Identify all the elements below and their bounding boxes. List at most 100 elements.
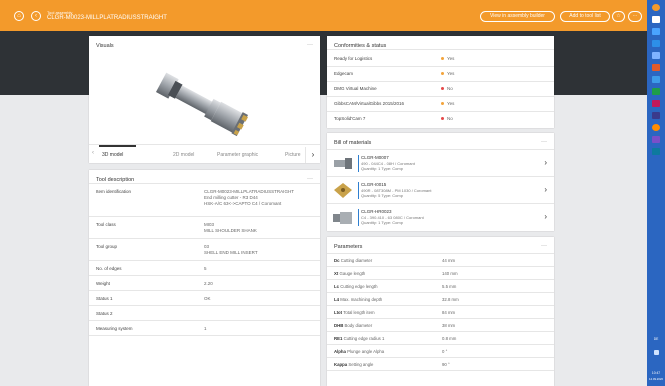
taskview-icon[interactable]	[652, 40, 660, 47]
app-icon-4[interactable]	[652, 148, 660, 155]
parameter-value: 0 °	[442, 349, 448, 354]
tab-parameter-graphic[interactable]: Parameter graphic	[217, 152, 258, 158]
bom-quantity: Quantity: 5 Type: Comp	[361, 193, 403, 198]
bom-item[interactable]: CLGR-I0015 490R - 08T308M - PM 1030 / Co…	[327, 177, 554, 204]
parameter-row: Lc Cutting edge length 5.5 mm	[327, 280, 554, 293]
parameter-symbol: L4	[334, 297, 340, 302]
home-button[interactable]: ⌂	[14, 11, 24, 21]
chrome-icon[interactable]	[652, 124, 660, 131]
bom-code: CLGR-HR0023	[361, 209, 392, 214]
view-assembly-builder-button[interactable]: View in assembly builder	[480, 11, 555, 22]
value-line: MILL SHOULDER SHANK	[204, 228, 257, 233]
bom-thumbnail	[334, 158, 352, 169]
status-value: Yes	[441, 101, 454, 106]
parameter-row: Xt Gauge length 140 mm	[327, 267, 554, 280]
clock-time[interactable]: 10:47	[647, 371, 665, 375]
start-icon[interactable]	[652, 16, 660, 23]
tab-picture[interactable]: Picture	[285, 152, 301, 158]
office-icon[interactable]	[652, 64, 660, 71]
parameter-name: Body diameter	[344, 323, 373, 328]
page-title: CLGR-M0023-MILLPLATRADIUSSTRAIGHT	[47, 15, 167, 21]
tab-3d-model[interactable]: 3D model	[102, 152, 123, 158]
status-text: No	[447, 86, 453, 91]
parameter-value: 32.8 mm	[442, 297, 459, 302]
parameter-label: Alpha Plunge angle Alpha	[334, 349, 384, 354]
parameter-row: Alpha Plunge angle Alpha 0 °	[327, 345, 554, 358]
parameter-name: Cutting diameter	[340, 258, 373, 263]
status-label: GibbsCAM/VirtualGibbs 2015/2016	[334, 101, 404, 106]
parameter-name: Total length item	[343, 310, 375, 315]
bom-accent-bar	[358, 155, 359, 172]
teams-icon[interactable]	[652, 112, 660, 119]
visuals-menu-button[interactable]: ···	[307, 42, 313, 48]
app-header: ⌂ ‹ Tool assembly CLGR-M0023-MILLPLATRAD…	[0, 0, 647, 31]
parameter-row: Kappa Setting angle 90 °	[327, 358, 554, 371]
status-dot	[441, 102, 444, 106]
bom-thumbnail	[334, 183, 352, 198]
parameter-label: DHB Body diameter	[334, 323, 372, 328]
row-label: Tool group	[96, 244, 118, 249]
status-label: Ready for Logistics	[334, 56, 373, 61]
active-tab-indicator	[99, 145, 136, 147]
row-label: No. of edges	[96, 266, 122, 271]
table-row: Status 2	[89, 306, 320, 321]
tabs-prev-button[interactable]: ‹	[92, 150, 94, 156]
parameters-menu-button[interactable]: ···	[541, 243, 547, 249]
parameter-label: Xt Gauge length	[334, 271, 365, 276]
row-value: CLGR-M0023-MILLPLATRADIUSSTRAIGHT End mi…	[204, 189, 294, 207]
row-label: Status 1	[96, 296, 113, 301]
add-to-tool-list-button[interactable]: Add to tool list	[560, 11, 610, 22]
search-icon[interactable]	[652, 28, 660, 35]
value-line: SHELL END MILL INSERT	[204, 250, 258, 255]
table-row: Tool class MI03 MILL SHOULDER SHANK	[89, 217, 320, 239]
status-label: TopSolid'Cam 7	[334, 116, 366, 121]
language-indicator[interactable]: DE	[647, 337, 665, 341]
bom-item[interactable]: CLGR-M0007 490 - 044C4 - 08H / Coromant …	[327, 150, 554, 177]
more-icon: ···	[632, 13, 638, 19]
chevron-right-icon: ›	[544, 185, 547, 194]
favorite-button[interactable]: ☆	[612, 11, 625, 22]
outlook-icon[interactable]	[652, 76, 660, 83]
app-icon-3[interactable]	[652, 136, 660, 143]
browser-icon[interactable]	[652, 52, 660, 59]
parameter-name: Gauge length	[339, 271, 366, 276]
visuals-panel: Visuals ··· ‹ 3D model 2D model Paramete…	[89, 36, 320, 163]
bom-menu-button[interactable]: ···	[541, 139, 547, 145]
app-icon[interactable]	[652, 4, 660, 11]
table-row: Item identification CLGR-M0023-MILLPLATR…	[89, 184, 320, 217]
parameter-name: Plunge angle Alpha	[347, 349, 385, 354]
status-text: Yes	[447, 101, 455, 106]
bom-item[interactable]: CLGR-HR0023 C4 - 390.410 - 63 080C / Cor…	[327, 204, 554, 231]
row-value: 2.20	[204, 281, 213, 286]
table-row: Measuring system 1	[89, 321, 320, 336]
home-icon: ⌂	[17, 13, 21, 19]
tool-description-panel: Tool description ··· Item identification…	[89, 170, 320, 386]
parameter-row: DHB Body diameter 38 mm	[327, 319, 554, 332]
tabs-next-button[interactable]: ›	[305, 147, 320, 163]
clock-date[interactable]: 14.09.2020	[647, 377, 665, 381]
parameter-name: Max. machining depth	[340, 297, 383, 302]
parameter-name: Cutting edge radius 1	[343, 336, 385, 341]
status-dot	[441, 57, 444, 61]
network-icon[interactable]	[654, 350, 659, 355]
more-button[interactable]: ···	[628, 11, 642, 22]
parameter-value: 38 mm	[442, 323, 456, 328]
app-icon-2[interactable]	[652, 100, 660, 107]
excel-icon[interactable]	[652, 88, 660, 95]
parameter-label: Lc Cutting edge length	[334, 284, 378, 289]
parameter-symbol: Ltot	[334, 310, 343, 315]
status-text: Yes	[447, 56, 455, 61]
bom-accent-bar	[358, 182, 359, 199]
parameter-symbol: Dc	[334, 258, 340, 263]
parameter-label: Dc Cutting diameter	[334, 258, 372, 263]
tool-3d-model[interactable]	[144, 62, 259, 157]
back-button[interactable]: ‹	[31, 11, 41, 21]
tool-description-menu-button[interactable]: ···	[307, 176, 313, 182]
parameter-row: RE1 Cutting edge radius 1 0.8 mm	[327, 332, 554, 345]
status-dot	[441, 87, 444, 91]
bom-thumbnail	[333, 212, 352, 224]
tab-2d-model[interactable]: 2D model	[173, 152, 194, 158]
parameter-symbol: Alpha	[334, 349, 346, 354]
parameter-label: Ltot Total length item	[334, 310, 375, 315]
parameter-symbol: Kappa	[334, 362, 348, 367]
